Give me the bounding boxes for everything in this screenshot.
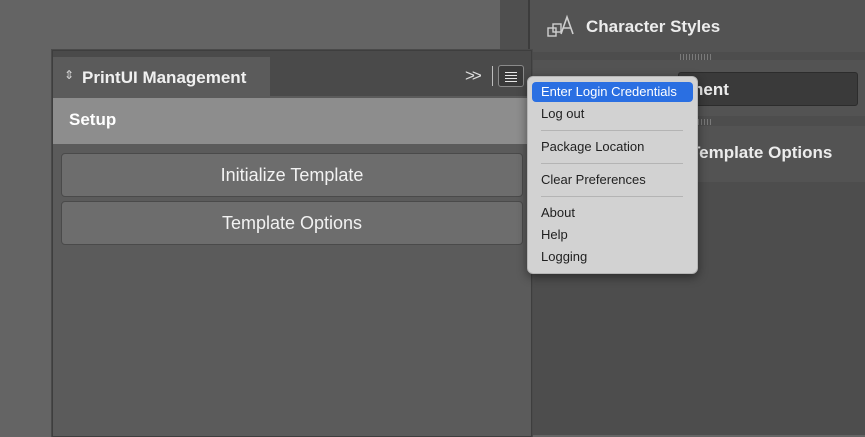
menu-separator	[541, 196, 683, 197]
section-header-setup: Setup	[53, 98, 531, 144]
menu-separator	[541, 163, 683, 164]
initialize-template-button[interactable]: Initialize Template	[61, 153, 523, 197]
tab-updown-icon[interactable]: ⇕	[64, 68, 74, 82]
menu-item-about[interactable]: About	[532, 203, 693, 223]
menu-item-log-out[interactable]: Log out	[532, 104, 693, 124]
panel-header[interactable]: ⇕ PrintUI Management >>	[53, 51, 531, 96]
hamburger-menu-icon	[505, 78, 517, 79]
menu-item-package-location[interactable]: Package Location	[532, 137, 693, 157]
header-divider	[492, 66, 493, 86]
menu-item-help[interactable]: Help	[532, 225, 693, 245]
panel-title: PrintUI Management	[82, 68, 247, 87]
panel-flyout-menu: Enter Login Credentials Log out Package …	[527, 76, 698, 274]
template-options-dock-label: Template Options	[690, 143, 833, 162]
hamburger-menu-icon	[505, 81, 517, 82]
panel-menu-button[interactable]	[498, 65, 524, 87]
character-styles-icon	[547, 14, 574, 37]
panel-tab[interactable]: ⇕ PrintUI Management	[53, 57, 270, 96]
menu-separator	[541, 130, 683, 131]
menu-item-enter-login-credentials[interactable]: Enter Login Credentials	[532, 82, 693, 102]
hamburger-menu-icon	[505, 75, 517, 76]
dock-row-character-styles[interactable]: Character Styles	[530, 0, 865, 52]
menu-item-clear-preferences[interactable]: Clear Preferences	[532, 170, 693, 190]
character-styles-label: Character Styles	[586, 17, 721, 36]
hamburger-menu-icon	[505, 72, 517, 73]
double-chevron-right-icon[interactable]: >>	[465, 66, 482, 86]
section-title: Setup	[69, 110, 117, 129]
template-options-button[interactable]: Template Options	[61, 201, 523, 245]
menu-item-logging[interactable]: Logging	[532, 247, 693, 267]
printui-panel: ⇕ PrintUI Management >> Setup Initialize…	[52, 50, 532, 437]
